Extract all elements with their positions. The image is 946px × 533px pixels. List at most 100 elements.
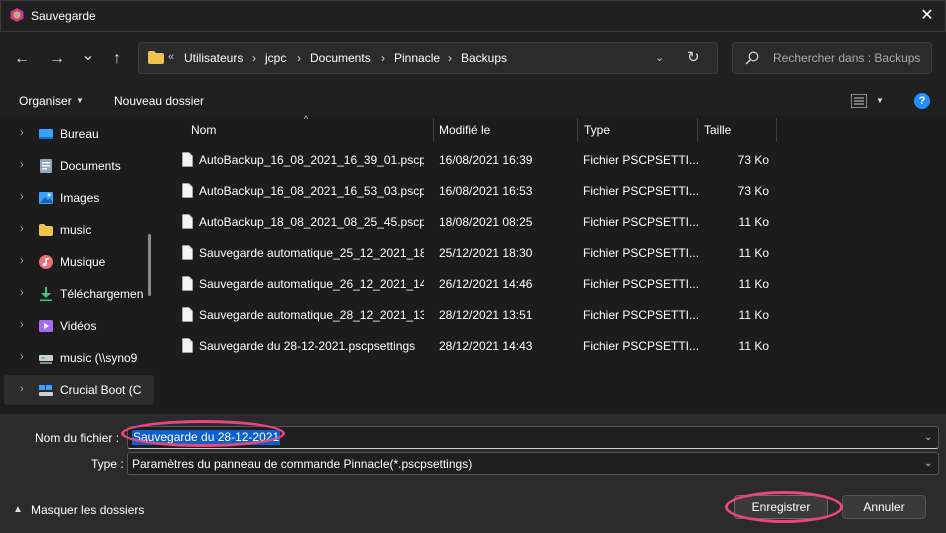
caret-down-icon[interactable]: ▼: [76, 96, 84, 105]
view-options-icon[interactable]: [851, 94, 867, 108]
chevron-right-icon[interactable]: ›: [20, 191, 24, 203]
chevron-right-icon[interactable]: ›: [20, 383, 24, 395]
file-type-label: Type :: [91, 457, 124, 471]
forward-icon[interactable]: →: [46, 48, 68, 70]
file-name: AutoBackup_16_08_2021_16_53_03.pscps...: [199, 184, 424, 198]
file-icon: [182, 152, 193, 167]
cancel-button[interactable]: Annuler: [842, 495, 926, 519]
organise-button[interactable]: Organiser: [19, 94, 72, 108]
sidebar-item-label: music (\\syno9: [60, 351, 138, 365]
file-size: 11 Ko: [738, 308, 769, 322]
filename-label: Nom du fichier :: [35, 431, 120, 445]
sidebar-item-label: music: [60, 223, 92, 237]
chevron-right-icon[interactable]: ›: [20, 287, 24, 299]
file-modified: 26/12/2021 14:46: [439, 277, 533, 291]
chevron-right-icon[interactable]: ›: [20, 159, 24, 171]
chevron-right-icon[interactable]: ›: [448, 51, 452, 65]
chevron-down-icon[interactable]: ⌄: [924, 458, 932, 469]
column-header-size[interactable]: Taille: [704, 123, 731, 137]
column-divider[interactable]: [697, 118, 698, 142]
sidebar-item-label: Crucial Boot (C: [60, 383, 142, 397]
sidebar-item-music[interactable]: › music: [4, 215, 154, 245]
filename-input[interactable]: Sauvegarde du 28-12-2021 ⌄: [127, 426, 939, 449]
file-modified: 28/12/2021 13:51: [439, 308, 533, 322]
table-row[interactable]: Sauvegarde automatique_25_12_2021_18_...…: [158, 238, 778, 269]
chevron-down-icon[interactable]: ⌄: [655, 51, 664, 64]
hide-folders-button[interactable]: Masquer les dossiers: [31, 503, 144, 517]
video-icon: [39, 320, 53, 332]
download-icon: [40, 287, 52, 301]
chevron-right-icon[interactable]: ›: [20, 319, 24, 331]
chevron-right-icon[interactable]: ›: [20, 351, 24, 363]
search-input[interactable]: Rechercher dans : Backups: [773, 51, 920, 65]
chevron-right-icon[interactable]: ›: [297, 51, 301, 65]
file-modified: 16/08/2021 16:53: [439, 184, 533, 198]
new-folder-button[interactable]: Nouveau dossier: [114, 94, 204, 108]
title-bar: [0, 0, 946, 32]
sidebar-item-videos[interactable]: › Vidéos: [4, 311, 154, 341]
file-type-select[interactable]: Paramètres du panneau de commande Pinnac…: [127, 452, 939, 475]
table-row[interactable]: Sauvegarde automatique_26_12_2021_14_...…: [158, 269, 778, 300]
file-type: Fichier PSCPSETTI...: [583, 246, 700, 260]
chevron-right-icon[interactable]: ›: [20, 255, 24, 267]
filename-selected-text[interactable]: Sauvegarde du 28-12-2021: [132, 430, 281, 445]
file-icon: [182, 183, 193, 198]
save-button[interactable]: Enregistrer: [734, 495, 828, 519]
images-icon: [39, 192, 53, 204]
file-modified: 25/12/2021 18:30: [439, 246, 533, 260]
documents-icon: [40, 159, 52, 173]
caret-down-icon[interactable]: ▼: [876, 96, 884, 105]
file-name: Sauvegarde automatique_28_12_2021_13_...: [199, 308, 424, 322]
back-icon[interactable]: ←: [11, 48, 33, 70]
table-row[interactable]: AutoBackup_16_08_2021_16_39_01.pscps... …: [158, 145, 778, 176]
sort-ascending-icon: ^: [304, 114, 309, 124]
close-icon[interactable]: ✕: [912, 2, 942, 28]
breadcrumb-documents[interactable]: Documents: [310, 51, 371, 65]
file-size: 11 Ko: [738, 246, 769, 260]
file-size: 11 Ko: [738, 339, 769, 353]
chevron-right-icon[interactable]: ›: [381, 51, 385, 65]
chevron-right-icon[interactable]: ›: [252, 51, 256, 65]
column-divider[interactable]: [577, 118, 578, 142]
table-row[interactable]: AutoBackup_18_08_2021_08_25_45.pscps... …: [158, 207, 778, 238]
sidebar-item-telechargements[interactable]: › Téléchargemen: [4, 279, 154, 309]
sidebar-item-network-music[interactable]: › music (\\syno9: [4, 343, 154, 373]
refresh-icon[interactable]: ↻: [687, 48, 700, 66]
breadcrumb-pinnacle[interactable]: Pinnacle: [394, 51, 440, 65]
sidebar-item-crucial-boot[interactable]: › Crucial Boot (C: [4, 375, 154, 405]
table-row[interactable]: AutoBackup_16_08_2021_16_53_03.pscps... …: [158, 176, 778, 207]
table-row[interactable]: Sauvegarde du 28-12-2021.pscpsettings 28…: [158, 331, 778, 362]
chevron-up-icon[interactable]: ▲: [13, 504, 23, 515]
sidebar-item-bureau[interactable]: › Bureau: [4, 119, 154, 149]
breadcrumb-overflow-icon[interactable]: «: [168, 51, 174, 63]
address-bar[interactable]: « Utilisateurs › jcpc › Documents › Pinn…: [138, 42, 718, 74]
column-header-name[interactable]: Nom: [191, 123, 216, 137]
sidebar-scrollbar[interactable]: [148, 234, 151, 296]
recent-locations-icon[interactable]: ⌄: [77, 44, 99, 66]
sidebar-item-documents[interactable]: › Documents: [4, 151, 154, 181]
column-divider[interactable]: [776, 118, 777, 142]
chevron-right-icon[interactable]: ›: [20, 127, 24, 139]
sidebar-item-label: Bureau: [60, 127, 99, 141]
sidebar-item-label: Vidéos: [60, 319, 97, 333]
table-row[interactable]: Sauvegarde automatique_28_12_2021_13_...…: [158, 300, 778, 331]
file-icon: [182, 276, 193, 291]
help-icon[interactable]: ?: [914, 93, 930, 109]
chevron-down-icon[interactable]: ⌄: [924, 432, 932, 443]
column-header-modified[interactable]: Modifié le: [439, 123, 490, 137]
search-box[interactable]: Rechercher dans : Backups: [732, 42, 932, 74]
sidebar-item-label: Images: [60, 191, 100, 205]
file-icon: [182, 214, 193, 229]
sidebar-item-musique[interactable]: › Musique: [4, 247, 154, 277]
column-divider[interactable]: [433, 118, 434, 142]
chevron-right-icon[interactable]: ›: [20, 223, 24, 235]
breadcrumb-utilisateurs[interactable]: Utilisateurs: [184, 51, 243, 65]
up-icon[interactable]: ↑: [106, 48, 128, 70]
column-header-type[interactable]: Type: [584, 123, 610, 137]
navigation-pane: › Bureau › Documents › Images › music › …: [0, 116, 158, 414]
file-icon: [182, 307, 193, 322]
music-icon: [39, 255, 53, 269]
breadcrumb-jcpc[interactable]: jcpc: [265, 51, 286, 65]
breadcrumb-backups[interactable]: Backups: [461, 51, 507, 65]
sidebar-item-images[interactable]: › Images: [4, 183, 154, 213]
